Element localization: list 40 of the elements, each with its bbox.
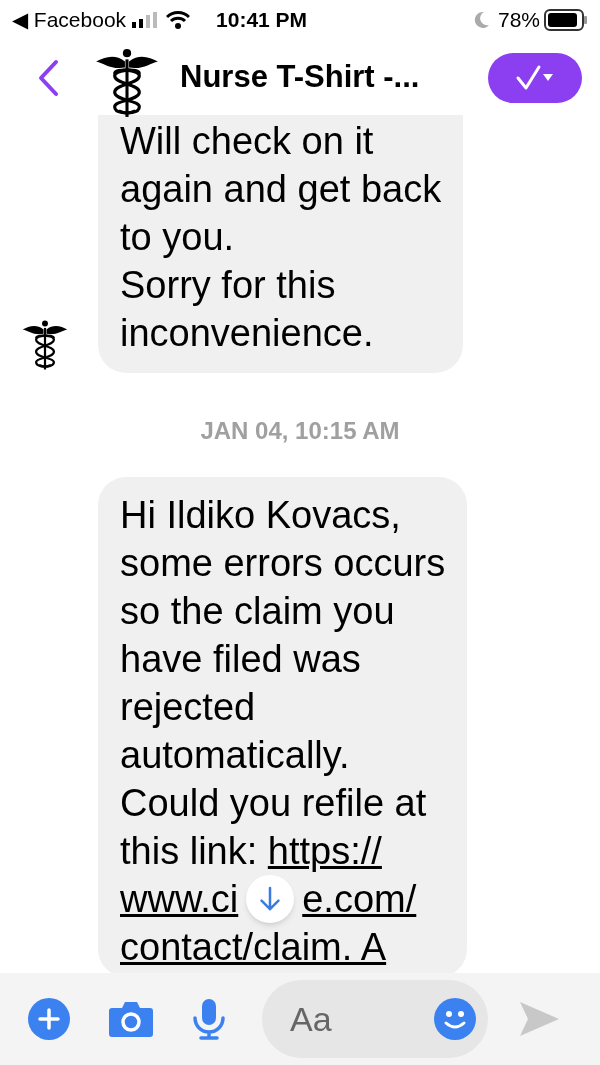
- back-icon[interactable]: [36, 58, 60, 97]
- wifi-icon: [166, 11, 191, 29]
- message-text: inconvenience.: [120, 311, 374, 356]
- message-link[interactable]: contact/claim. A: [120, 923, 387, 971]
- message-text: Sorry for this: [120, 263, 336, 308]
- message-input[interactable]: Aa: [290, 993, 434, 1045]
- emoji-icon[interactable]: [434, 998, 476, 1040]
- message-text: Hi Ildiko Kovacs,: [120, 493, 401, 538]
- status-button[interactable]: [488, 52, 582, 103]
- message-text: Could you refile at: [120, 781, 427, 826]
- message-text: Will check on it: [120, 119, 374, 164]
- chat-title: Nurse T-Shirt -...: [180, 58, 420, 97]
- message-link[interactable]: www.ci: [120, 875, 239, 923]
- battery-icon: [544, 9, 588, 31]
- message-text: have filed was: [120, 637, 361, 682]
- back-to-app-link[interactable]: ◀ Facebook: [12, 4, 127, 36]
- down-arrow-icon: [259, 886, 282, 912]
- add-button[interactable]: [28, 998, 70, 1040]
- clock-time: 10:41 PM: [216, 7, 308, 34]
- microphone-icon[interactable]: [192, 998, 226, 1040]
- message-text: automatically.: [120, 733, 350, 778]
- message-link[interactable]: https://: [267, 827, 382, 875]
- message-text: again and get back: [120, 167, 442, 212]
- check-caret-icon: [515, 63, 555, 92]
- message-field[interactable]: Aa: [262, 980, 488, 1058]
- message-text: to you.: [120, 215, 235, 260]
- moon-icon: [473, 11, 490, 29]
- profile-icon: [96, 46, 158, 119]
- message-text: some errors occurs: [120, 541, 446, 586]
- message-link[interactable]: e.com/: [302, 875, 417, 923]
- message-text: so the claim you: [120, 589, 395, 634]
- message-timestamp: JAN 04, 10:15 AM: [200, 416, 400, 446]
- plus-icon: [38, 1008, 60, 1030]
- signal-icon: [132, 12, 159, 28]
- battery-percent: 78%: [497, 7, 540, 34]
- camera-icon[interactable]: [108, 1000, 154, 1038]
- message-text: rejected: [120, 685, 256, 730]
- scroll-down-button[interactable]: [246, 875, 295, 923]
- avatar-icon: [22, 319, 68, 371]
- message-text: this link:: [120, 829, 259, 874]
